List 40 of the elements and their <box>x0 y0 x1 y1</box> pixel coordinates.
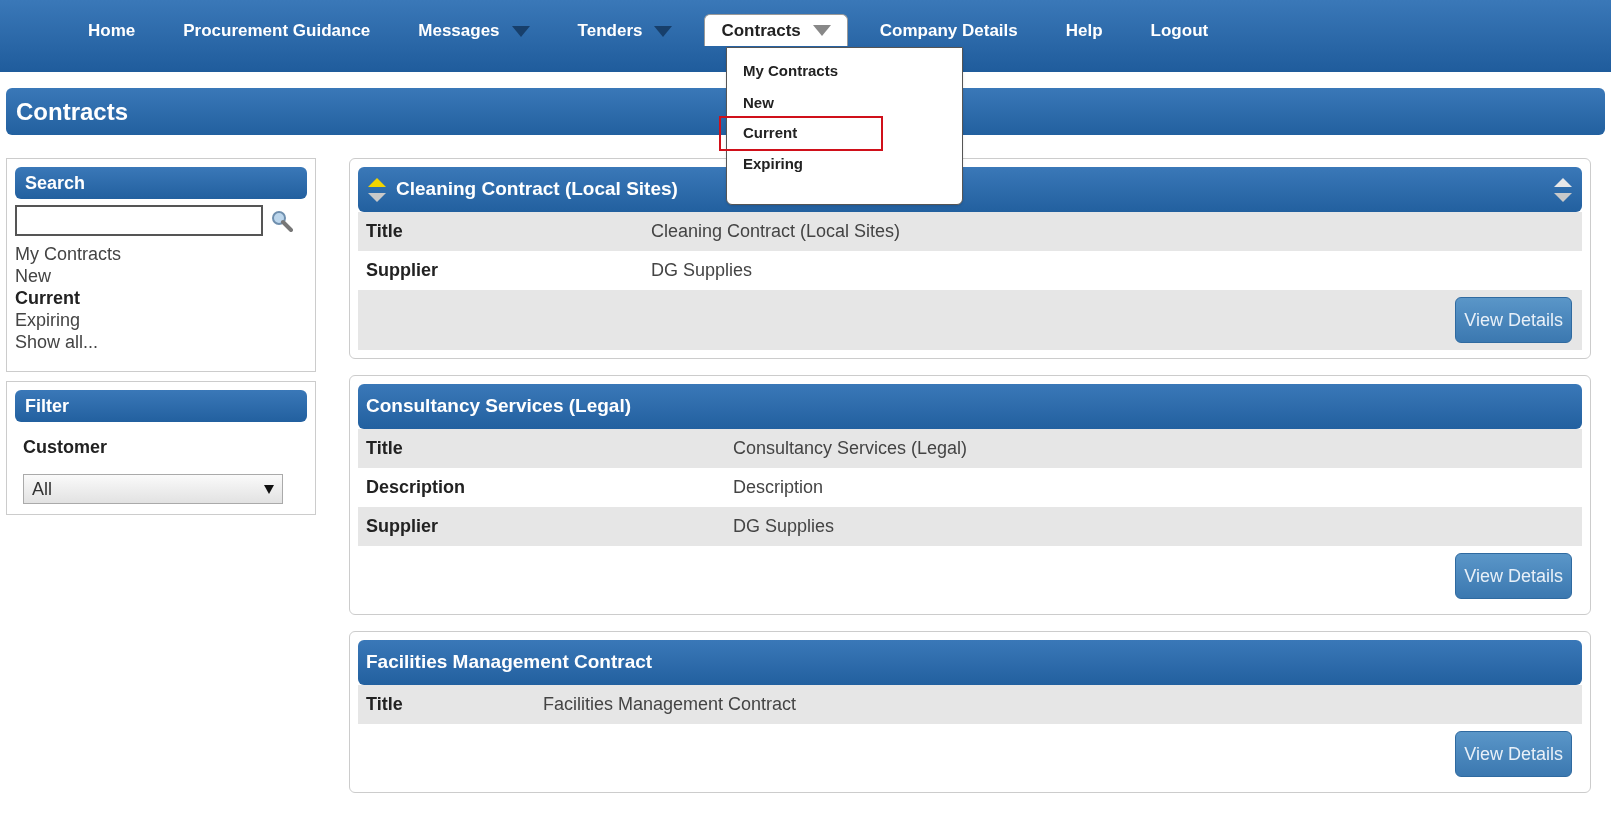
nav-link[interactable]: Tenders <box>577 14 673 50</box>
sidebar-link[interactable]: Expiring <box>15 309 81 331</box>
nav-link[interactable]: Procurement Guidance <box>183 14 371 50</box>
search-icon[interactable] <box>271 209 293 232</box>
field-label: Title <box>366 437 404 460</box>
field-label: Supplier <box>366 259 439 282</box>
field-value: DG Supplies <box>651 259 753 282</box>
field-label: Supplier <box>366 515 439 538</box>
nav-link[interactable]: Logout <box>1150 14 1209 50</box>
customer-select[interactable]: All <box>23 474 283 504</box>
sidebar-link[interactable]: Show all... <box>15 331 99 353</box>
field-label: Description <box>366 476 467 499</box>
menu-item[interactable]: My Contracts <box>743 60 839 83</box>
card-title: Facilities Management Contract <box>366 650 653 675</box>
nav-link[interactable]: Contracts <box>704 14 848 46</box>
menu-item[interactable]: Expiring <box>743 152 803 175</box>
menu-item[interactable]: Current <box>721 118 882 149</box>
field-value: Consultancy Services (Legal) <box>733 437 968 460</box>
field-value: Description <box>733 476 824 499</box>
card-title: Cleaning Contract (Local Sites) <box>396 177 678 202</box>
field-value: Facilities Management Contract <box>543 693 797 716</box>
menu-item[interactable]: New <box>743 91 774 114</box>
sidebar-link[interactable]: New <box>15 265 51 287</box>
panel-header: Filter <box>15 390 307 422</box>
field-label: Title <box>366 693 404 716</box>
nav-link[interactable]: Help <box>1065 14 1103 50</box>
field-value: DG Supplies <box>733 515 835 538</box>
nav-link[interactable]: Messages <box>418 14 530 50</box>
nav-link[interactable]: Company Details <box>879 14 1018 50</box>
dropdown-arrow-icon <box>264 484 274 494</box>
page-title: Contracts <box>16 96 129 127</box>
field-value: Cleaning Contract (Local Sites) <box>651 220 901 243</box>
card-title: Consultancy Services (Legal) <box>366 394 632 419</box>
nav-link[interactable]: Home <box>88 14 136 50</box>
sidebar-link[interactable]: My Contracts <box>15 243 122 265</box>
sidebar-link[interactable]: Current <box>15 287 80 309</box>
panel-header: Search <box>15 167 307 199</box>
search-field[interactable] <box>15 205 263 236</box>
field-label: Customer <box>23 436 108 459</box>
field-label: Title <box>366 220 404 243</box>
